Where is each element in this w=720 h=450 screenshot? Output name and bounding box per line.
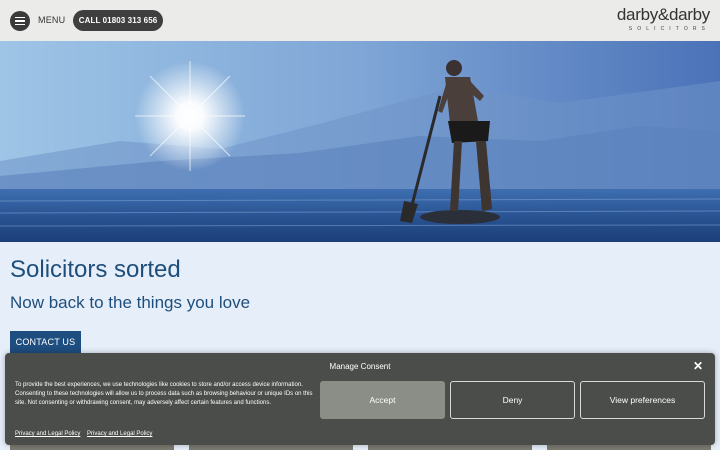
deny-button[interactable]: Deny bbox=[450, 381, 575, 419]
hero-image bbox=[0, 41, 720, 242]
site-header: MENU CALL 01803 313 656 darby&darby SOLI… bbox=[0, 0, 720, 41]
page-title: Solicitors sorted bbox=[10, 256, 181, 283]
menu-button[interactable] bbox=[10, 11, 30, 31]
consent-description: To provide the best experiences, we use … bbox=[15, 382, 313, 406]
call-button[interactable]: CALL 01803 313 656 bbox=[73, 10, 163, 31]
hamburger-icon bbox=[15, 16, 25, 19]
close-icon[interactable]: ✕ bbox=[692, 360, 704, 372]
menu-label[interactable]: MENU bbox=[38, 15, 65, 25]
privacy-policy-link[interactable]: Privacy and Legal Policy bbox=[15, 431, 80, 437]
consent-links: Privacy and Legal Policy Privacy and Leg… bbox=[15, 431, 157, 437]
contact-us-button[interactable]: CONTACT US bbox=[10, 331, 81, 353]
page-subtitle: Now back to the things you love bbox=[10, 293, 251, 312]
site-logo[interactable]: darby&darby SOLICITORS bbox=[598, 5, 710, 33]
privacy-policy-link[interactable]: Privacy and Legal Policy bbox=[87, 431, 152, 437]
logo-wordmark: darby&darby bbox=[616, 5, 710, 24]
logo-tagline: SOLICITORS bbox=[628, 26, 710, 32]
cookie-consent-banner: Manage Consent ✕ To provide the best exp… bbox=[5, 353, 715, 445]
accept-button[interactable]: Accept bbox=[320, 381, 445, 419]
view-preferences-button[interactable]: View preferences bbox=[580, 381, 705, 419]
consent-title: Manage Consent bbox=[329, 362, 391, 371]
